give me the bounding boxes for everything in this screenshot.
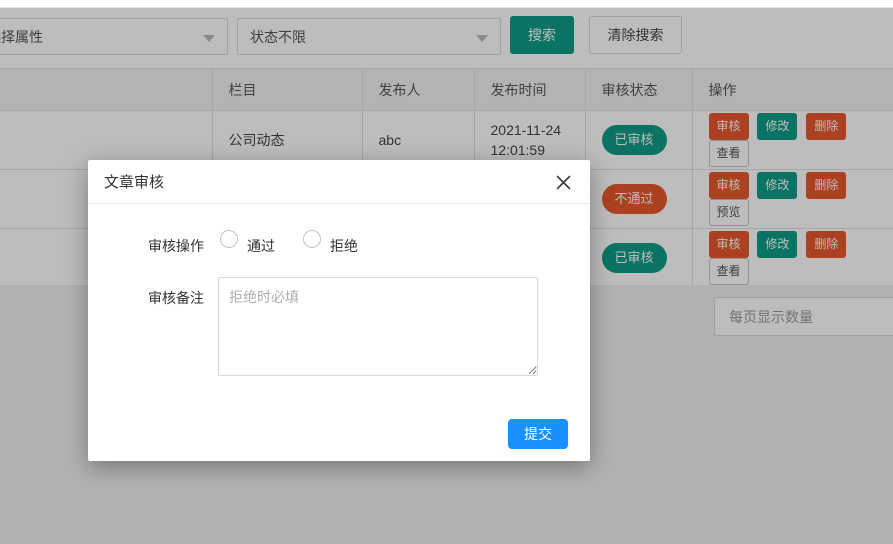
modal-header: 文章审核 [88,160,590,204]
radio-pass[interactable] [220,230,238,248]
review-action-label: 审核操作 [148,236,204,256]
review-note-textarea[interactable] [218,277,538,376]
submit-button[interactable]: 提交 [508,419,568,449]
radio-pass-label[interactable]: 通过 [247,236,275,256]
top-panel-edge [0,0,893,8]
modal-title: 文章审核 [104,171,164,192]
radio-reject[interactable] [303,230,321,248]
close-icon[interactable] [552,171,574,193]
review-note-label: 审核备注 [148,288,204,308]
article-review-modal: 文章审核 审核操作 通过 拒绝 审核备注 提交 [88,160,590,461]
radio-reject-label[interactable]: 拒绝 [330,236,358,256]
